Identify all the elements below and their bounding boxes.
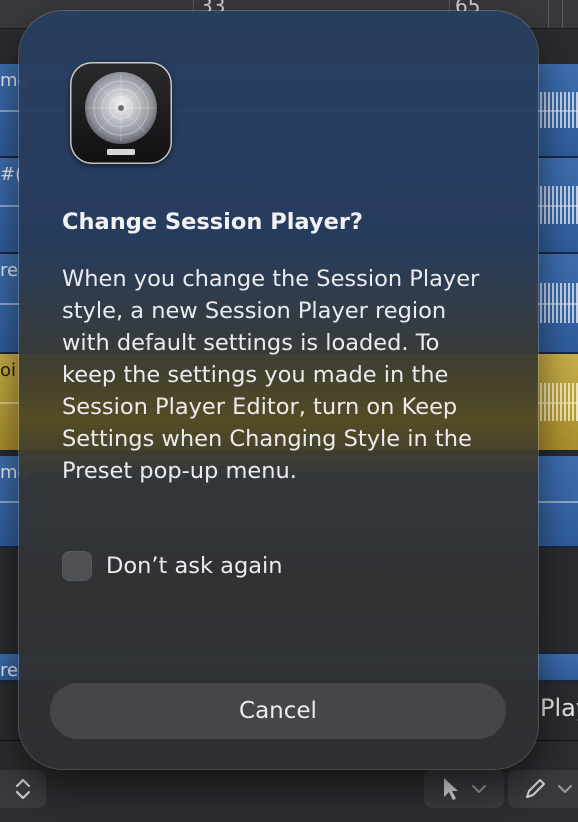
pencil-tool-icon (526, 779, 545, 798)
region-label: re (0, 260, 19, 281)
logic-pro-window: 33 65 me #( re oi me re Playe (0, 0, 578, 822)
waveform (536, 283, 578, 323)
chevron-down-icon (558, 785, 572, 793)
up-down-stepper-icon[interactable] (0, 770, 46, 808)
dont-ask-again-checkbox[interactable] (62, 551, 92, 581)
waveform (536, 382, 578, 422)
dialog-title: Change Session Player? (62, 209, 363, 235)
pointer-tool-icon (444, 778, 458, 800)
waveform (536, 186, 578, 224)
region-label: oi (0, 360, 17, 381)
cancel-button[interactable]: Cancel (50, 683, 506, 739)
dialog-message: When you change the Session Player style… (62, 266, 480, 484)
pencil-tool-button[interactable] (508, 770, 578, 808)
dont-ask-again-label[interactable]: Don’t ask again (106, 553, 283, 579)
session-player-name-fragment: Playe (540, 694, 578, 722)
waveform (536, 91, 578, 129)
ruler-mark (548, 0, 549, 28)
ruler-mark (562, 0, 563, 28)
region-label: re (0, 660, 19, 681)
change-session-player-dialog: Change Session Player? When you change t… (19, 11, 538, 769)
chevron-down-icon (472, 785, 486, 793)
pointer-tool-button[interactable] (424, 770, 504, 808)
dont-ask-again-checkbox-row[interactable]: Don’t ask again (62, 549, 283, 583)
logic-pro-app-icon (70, 62, 172, 164)
